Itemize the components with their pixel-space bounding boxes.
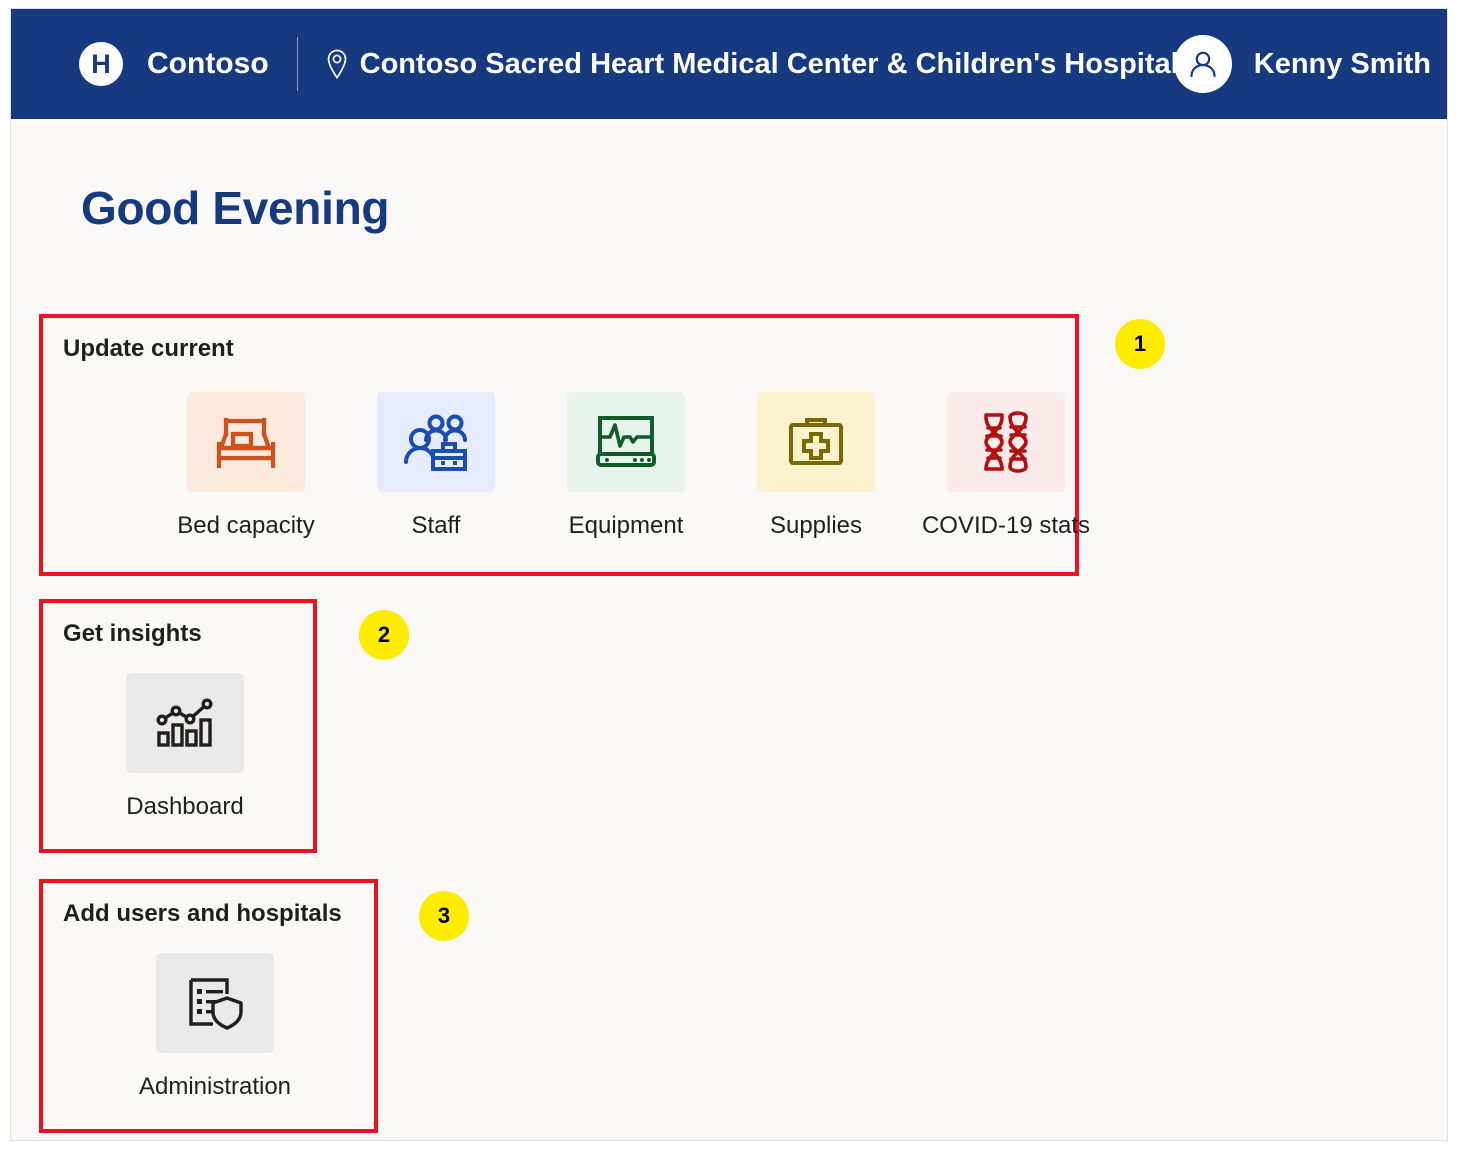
section-add-users-and-hospitals: Add users and hospitals Administration xyxy=(39,879,378,1133)
admin-shield-list-icon xyxy=(189,978,243,1030)
tile-label: Administration xyxy=(138,1073,292,1100)
tile-staff[interactable]: Staff xyxy=(341,392,531,540)
tile-icon-background xyxy=(947,392,1065,492)
section-title: Update current xyxy=(63,335,234,362)
tile-row: Administration xyxy=(139,953,291,1101)
tile-label: Bed capacity xyxy=(177,512,315,539)
logo-letter: H xyxy=(91,48,111,79)
tile-label: Staff xyxy=(411,512,461,539)
tile-icon-background xyxy=(567,392,685,492)
tile-icon-background xyxy=(156,953,274,1053)
tile-row: Dashboard xyxy=(125,673,245,821)
person-avatar-icon xyxy=(1173,35,1232,93)
brand-block[interactable]: H Contoso xyxy=(79,42,269,86)
tile-covid-19-stats[interactable]: COVID-19 stats xyxy=(911,392,1101,540)
page-title: Good Evening xyxy=(81,182,390,234)
header-divider xyxy=(296,37,298,91)
medical-kit-icon xyxy=(789,418,843,465)
user-menu[interactable]: Kenny Smith xyxy=(1173,35,1431,93)
tile-row: Bed capacity Staff Equipment Supplies CO… xyxy=(151,392,1101,540)
callout-badge-3: 3 xyxy=(419,891,469,941)
site-name: Contoso Sacred Heart Medical Center & Ch… xyxy=(359,47,1179,80)
tile-label: Supplies xyxy=(769,512,863,539)
brand-name: Contoso xyxy=(147,47,269,80)
app-header: H Contoso Contoso Sacred Heart Medical C… xyxy=(11,9,1447,119)
tile-icon-background xyxy=(377,392,495,492)
section-title: Add users and hospitals xyxy=(63,900,342,927)
bar-chart-trend-icon xyxy=(156,698,213,747)
tile-label: COVID-19 stats xyxy=(921,512,1091,539)
tile-icon-background xyxy=(187,392,305,492)
tile-equipment[interactable]: Equipment xyxy=(531,392,721,540)
tile-label: Dashboard xyxy=(126,793,244,820)
section-title: Get insights xyxy=(63,620,202,647)
dna-icon xyxy=(984,411,1028,473)
monitor-vitals-icon xyxy=(596,416,656,467)
people-group-icon xyxy=(404,414,467,471)
user-name: Kenny Smith xyxy=(1253,47,1431,80)
tile-icon-background xyxy=(757,392,875,492)
hospital-logo-icon: H xyxy=(79,42,123,86)
site-block[interactable]: Contoso Sacred Heart Medical Center & Ch… xyxy=(324,48,1179,81)
callout-badge-1: 1 xyxy=(1115,319,1165,369)
map-pin-icon xyxy=(327,49,346,79)
tile-label: Equipment xyxy=(568,512,684,539)
tile-dashboard[interactable]: Dashboard xyxy=(125,673,245,821)
tile-icon-background xyxy=(126,673,244,773)
callout-badge-2: 2 xyxy=(359,610,409,660)
app-window: H Contoso Contoso Sacred Heart Medical C… xyxy=(10,8,1448,1141)
section-update-current: Update current Bed capacity Staff Equipm… xyxy=(39,314,1090,576)
bed-icon xyxy=(216,417,276,469)
tile-administration[interactable]: Administration xyxy=(139,953,291,1101)
tile-supplies[interactable]: Supplies xyxy=(721,392,911,540)
section-get-insights: Get insights Dashboard xyxy=(39,599,317,853)
tile-bed-capacity[interactable]: Bed capacity xyxy=(151,392,341,540)
